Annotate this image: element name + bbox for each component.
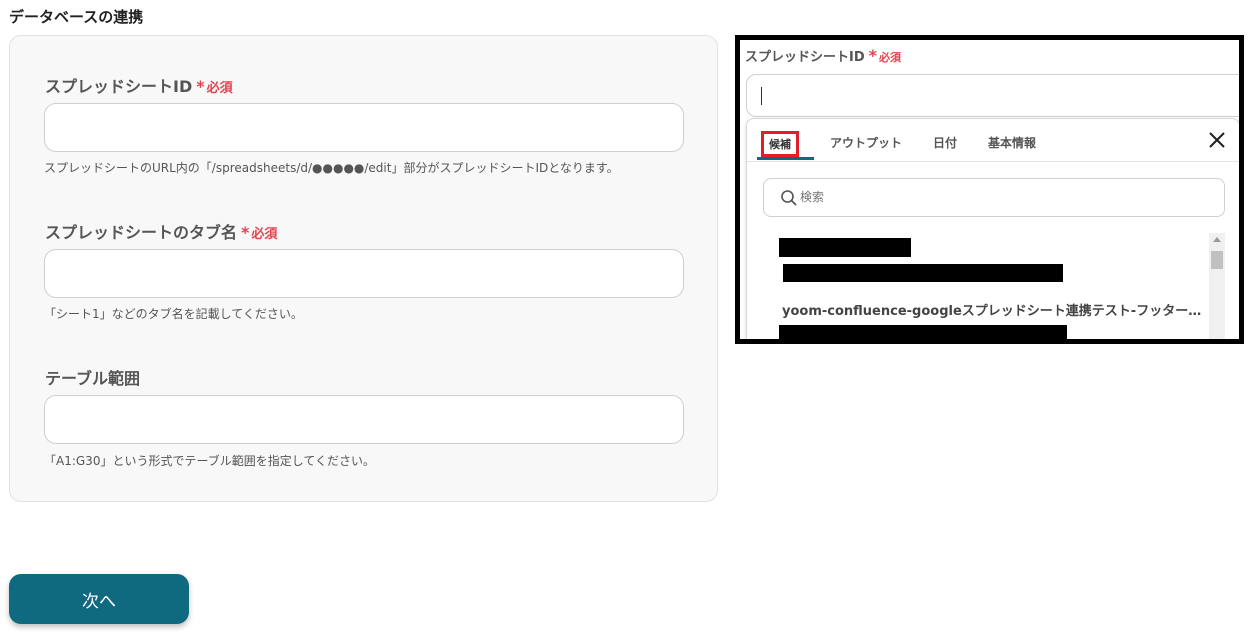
suggestion-dropdown: 候補 アウトプット 日付 基本情報 yoom-confluence-google… <box>746 118 1239 339</box>
required-badge: * 必須 <box>868 46 902 65</box>
search-box[interactable] <box>763 178 1225 217</box>
tab-candidates[interactable]: 候補 <box>761 131 799 157</box>
section-title: データベースの連携 <box>9 8 144 26</box>
text-caret <box>761 87 762 105</box>
redacted-item <box>783 264 1063 282</box>
tab-output[interactable]: アウトプット <box>830 134 902 151</box>
popup-field-label: スプレッドシートID * 必須 <box>745 46 902 65</box>
tab-name-label: スプレッドシートのタブ名 * 必須 <box>45 223 278 242</box>
table-range-input[interactable] <box>44 395 684 444</box>
search-input[interactable] <box>800 190 1200 204</box>
spreadsheet-id-input[interactable] <box>44 103 684 152</box>
scroll-thumb[interactable] <box>1211 251 1223 269</box>
spreadsheet-id-label: スプレッドシートID * 必須 <box>45 77 233 96</box>
form-panel: スプレッドシートID * 必須 スプレッドシートのURL内の「/spreadshee… <box>9 35 718 502</box>
next-button[interactable]: 次へ <box>9 574 189 624</box>
scroll-up-arrow[interactable] <box>1213 237 1221 242</box>
redacted-item <box>779 238 911 257</box>
table-range-help: 「A1:G30」という形式でテーブル範囲を指定してください。 <box>44 454 376 468</box>
required-badge: * 必須 <box>196 77 233 96</box>
list-item[interactable]: yoom-confluence-googleスプレッドシート連携テスト-フッター… <box>782 300 1210 319</box>
popup-spreadsheet-id-input[interactable] <box>746 74 1239 117</box>
tab-basic-info[interactable]: 基本情報 <box>988 134 1036 151</box>
redacted-item <box>779 325 1067 339</box>
table-range-label: テーブル範囲 <box>45 369 141 388</box>
search-icon <box>781 190 797 206</box>
dropdown-tabs: 候補 アウトプット 日付 基本情報 <box>747 119 1239 162</box>
spreadsheet-id-popup: スプレッドシートID*必須 候補 アウトプット 日付 基本情報 yoom-con… <box>735 35 1244 344</box>
required-badge: * 必須 <box>241 223 278 242</box>
spreadsheet-id-help: スプレッドシートのURL内の「/spreadsheets/d/●●●●●/edi… <box>44 161 619 175</box>
tab-name-input[interactable] <box>44 249 684 298</box>
tab-name-help: 「シート1」などのタブ名を記載してください。 <box>44 307 303 321</box>
tab-date[interactable]: 日付 <box>933 134 957 151</box>
active-tab-underline <box>757 157 814 160</box>
scrollbar[interactable] <box>1209 233 1225 339</box>
close-icon[interactable] <box>1207 130 1227 150</box>
